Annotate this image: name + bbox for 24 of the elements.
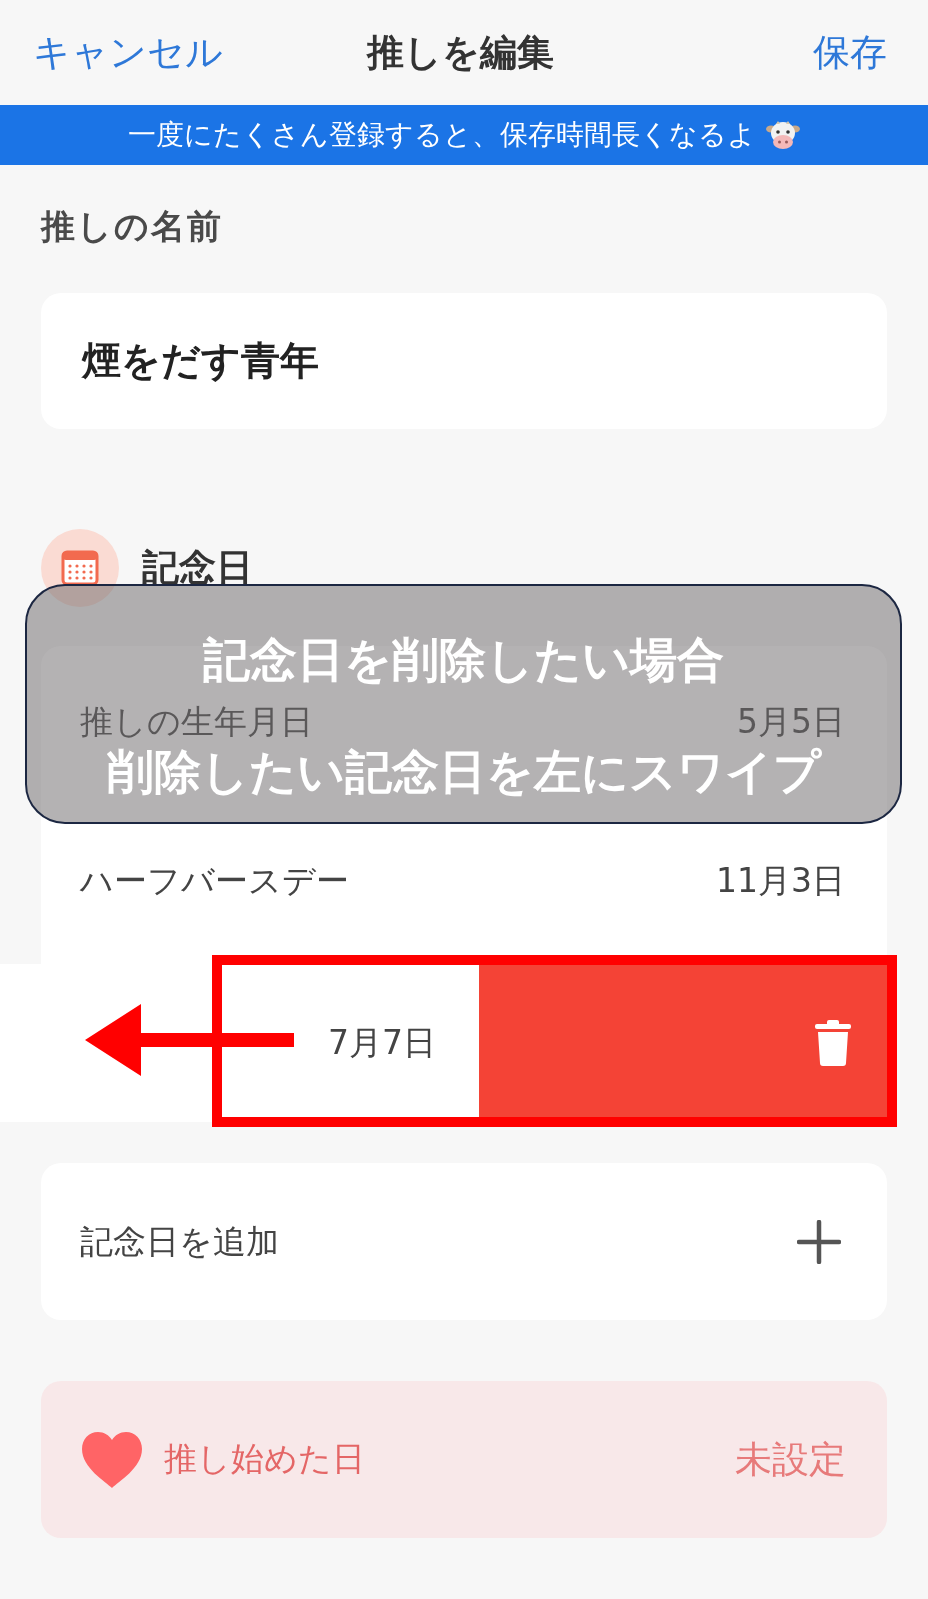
swiped-list-row[interactable]: 7月7日 (0, 964, 479, 1122)
anniversary-date: 11月3日 (716, 862, 845, 899)
banner-text: 一度にたくさん登録すると、保存時間長くなるよ (128, 117, 756, 153)
anniversary-date: 7月7日 (328, 1025, 436, 1061)
section-title: 記念日 (142, 545, 253, 591)
section-label: 推しの名前 (41, 205, 224, 247)
anniversary-name: 推しの生年月日 (80, 703, 313, 740)
trash-icon (815, 1020, 851, 1066)
screen-title: 推しを編集 (366, 29, 554, 76)
save-button[interactable]: 保存 (813, 23, 887, 82)
start-date-label: 推し始めた日 (164, 1438, 365, 1480)
instruction-text: 削除したい記念日を左にスワイプ (106, 744, 821, 800)
anniversary-date: 5月5日 (737, 703, 845, 740)
name-input-field[interactable]: 煙をだす青年 (41, 293, 887, 429)
cancel-button[interactable]: キャンセル (33, 23, 223, 82)
cow-face-icon (766, 120, 800, 150)
add-anniversary-label: 記念日を追加 (80, 1223, 279, 1260)
plus-icon (797, 1219, 841, 1264)
start-date-value: 未設定 (735, 1436, 846, 1483)
anniversary-name: ハーフバースデー (80, 862, 349, 899)
instruction-text: 記念日を削除したい場合 (203, 632, 724, 688)
calendar-icon (41, 529, 119, 607)
add-anniversary-button[interactable]: 記念日を追加 (41, 1163, 887, 1320)
heart-icon (82, 1431, 142, 1488)
